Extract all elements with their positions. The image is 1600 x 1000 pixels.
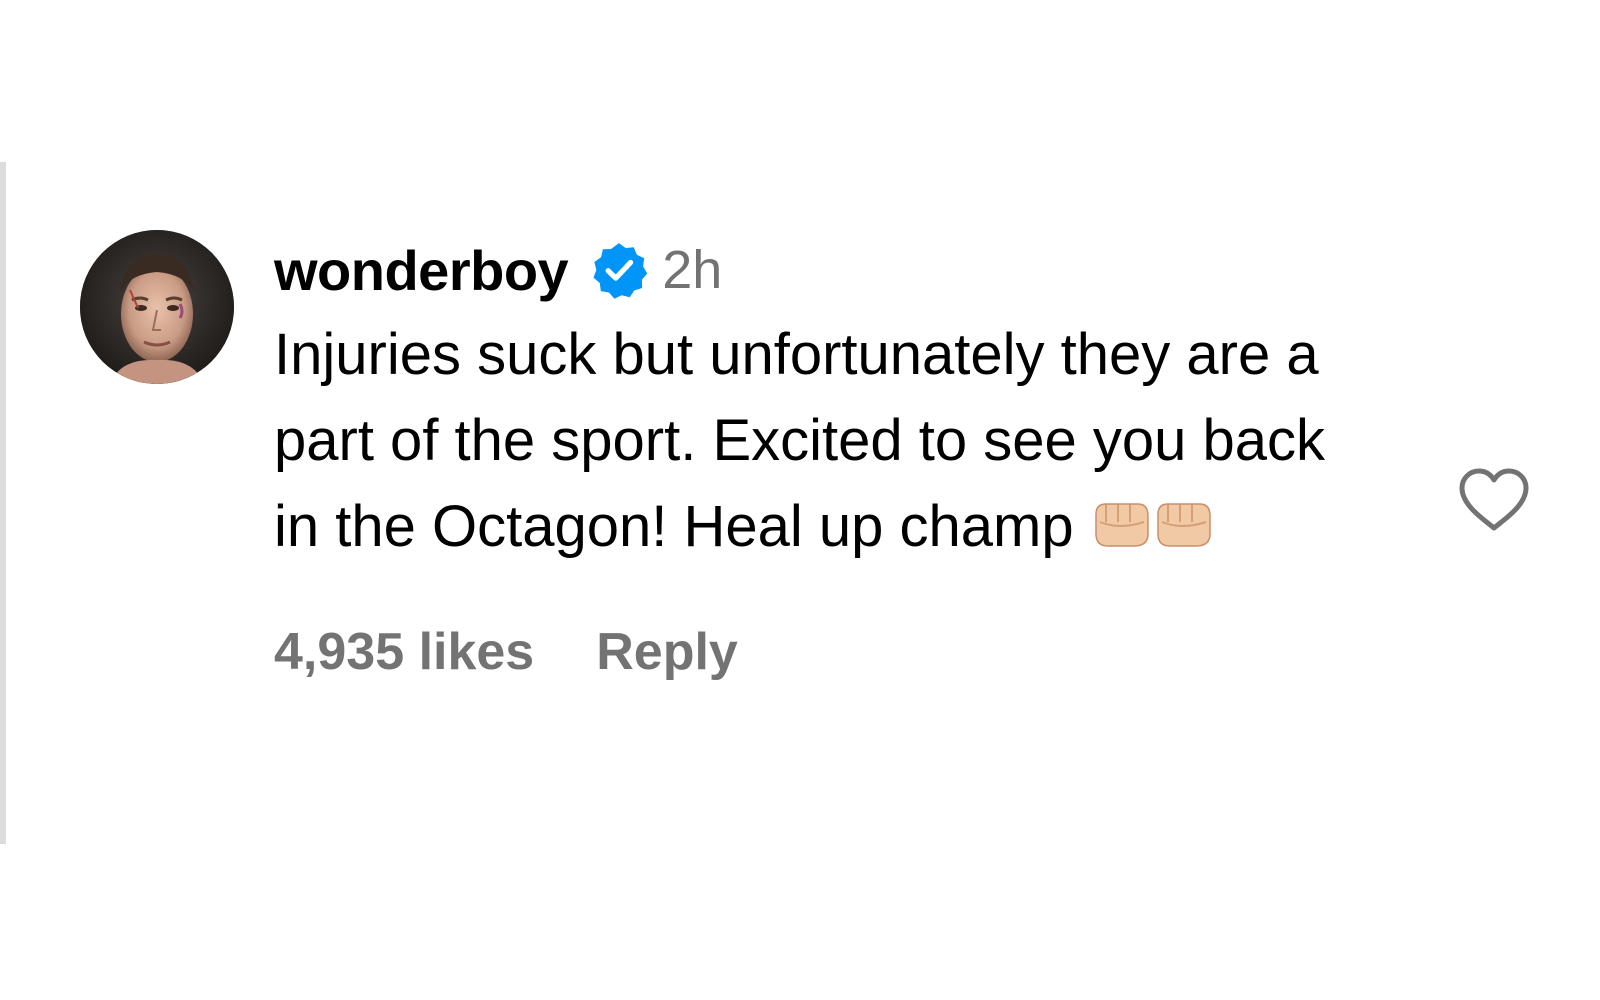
likes-count-button[interactable]: 4,935 likes (274, 622, 534, 682)
comment-item: wonderboy 2h Injuries suck but unfortuna… (80, 228, 1540, 788)
thread-line (0, 162, 6, 844)
heart-icon[interactable] (1456, 466, 1532, 534)
oncoming-fist-icon (1090, 496, 1152, 552)
comment-body: wonderboy 2h Injuries suck but unfortuna… (274, 228, 1394, 682)
comment-screen: wonderboy 2h Injuries suck but unfortuna… (0, 0, 1600, 1000)
reply-button[interactable]: Reply (596, 622, 738, 682)
oncoming-fist-icon (1152, 496, 1214, 552)
comment-timestamp: 2h (662, 240, 723, 300)
avatar-image (80, 230, 234, 384)
fist-emojis (1090, 496, 1214, 552)
comment-text: Injuries suck but unfortunately they are… (274, 312, 1384, 570)
avatar[interactable] (80, 230, 234, 384)
username-link[interactable]: wonderboy (274, 238, 569, 303)
comment-actions: 4,935 likes Reply (274, 622, 1394, 682)
comment-header: wonderboy 2h (274, 228, 1394, 312)
verified-badge-icon (590, 241, 648, 299)
